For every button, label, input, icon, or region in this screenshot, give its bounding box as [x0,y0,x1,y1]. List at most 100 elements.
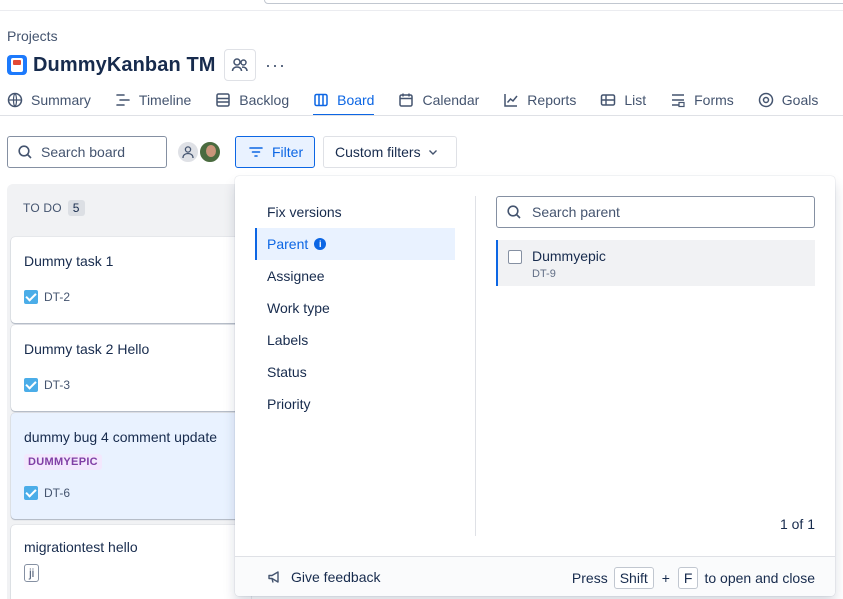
page-title: DummyKanban TM [33,53,216,76]
option-checkbox[interactable] [508,250,522,264]
tab-label: Summary [31,92,91,108]
card-key: DT-6 [24,486,70,500]
tab-label: Timeline [138,92,192,108]
search-icon [18,145,32,159]
tab-forms[interactable]: Forms [670,86,734,114]
custom-filters-button[interactable]: Custom filters [323,136,457,168]
tab-label: Forms [694,92,734,108]
card-key: DT-2 [24,290,70,304]
menu-item-label: Assignee [267,268,325,284]
menu-item-fix-versions[interactable]: Fix versions [255,196,455,228]
filter-category-menu: Fix versions Parent i Assignee Work type … [255,196,455,420]
card-title: Dummy task 1 [24,253,114,269]
issue-card[interactable]: Dummy task 2 Hello DT-3 [11,325,251,411]
tab-summary[interactable]: Summary [7,86,91,114]
menu-item-label: Fix versions [267,204,342,220]
board-column-todo: TO DO 5 Dummy task 1 DT-2 Dummy task 2 H… [7,184,251,599]
backlog-icon [216,93,231,107]
filter-icon [249,147,263,157]
column-count: 5 [67,200,85,216]
parent-option[interactable]: Dummyepic DT-9 [496,240,815,286]
filter-label: Filter [272,144,304,160]
global-search-field[interactable] [264,0,843,4]
chevron-down-icon [428,150,437,155]
option-name: Dummyepic [532,248,606,264]
globe-icon [7,92,23,108]
avatar[interactable] [198,140,222,164]
chart-line-icon [504,94,518,107]
shortcut-key-f: F [677,567,699,589]
menu-item-label: Work type [267,300,330,316]
column-title: TO DO [23,201,62,215]
issue-key[interactable]: DT-2 [44,290,70,304]
tab-list[interactable]: List [600,86,646,114]
menu-item-status[interactable]: Status [255,356,455,388]
card-key: DT-3 [24,378,70,392]
card-title: Dummy task 2 Hello [24,341,150,357]
breadcrumb[interactable]: Projects [7,28,58,44]
project-tabs: Summary Timeline Backlog Board Calendar … [7,86,842,116]
people-button[interactable] [223,49,256,81]
search-placeholder: Search board [41,144,126,160]
epic-badge: DUMMYEPIC [24,454,102,470]
tab-label: Goals [781,92,819,108]
panel-divider [475,196,476,536]
keyboard-shortcut-hint: Press Shift + F to open and close [572,567,815,589]
issue-card[interactable]: Dummy task 1 DT-2 [11,237,251,323]
issue-card[interactable]: dummy bug 4 comment update DUMMYEPIC DT-… [11,413,251,519]
shortcut-key-shift: Shift [613,567,654,589]
search-placeholder: Search parent [532,204,620,220]
tabs-divider [0,115,843,116]
tab-calendar[interactable]: Calendar [398,86,479,114]
option-text: Dummyepic DT-9 [532,248,606,280]
issue-card[interactable]: migrationtest hello ji [11,525,251,599]
shortcut-suffix: to open and close [704,570,815,586]
option-key: DT-9 [532,268,556,280]
info-icon[interactable]: i [314,238,327,250]
shortcut-press: Press [571,570,608,586]
shortcut-plus: + [661,570,670,586]
custom-filters-label: Custom filters [335,144,421,160]
project-header: DummyKanban TM ··· [7,49,290,81]
menu-item-label: Status [267,364,307,380]
issue-key[interactable]: DT-6 [44,486,70,500]
menu-item-labels[interactable]: Labels [255,324,455,356]
menu-item-work-type[interactable]: Work type [255,292,455,324]
timeline-icon [116,94,130,106]
person-icon [182,146,194,159]
megaphone-icon [268,571,279,583]
column-header: TO DO 5 [23,200,85,216]
list-icon [601,94,616,106]
people-icon [231,58,248,72]
give-feedback-button[interactable]: Give feedback [267,569,381,585]
filter-button[interactable]: Filter [235,136,315,168]
tab-timeline[interactable]: Timeline [115,86,191,114]
tab-label: Calendar [422,92,480,108]
menu-item-label: Parent [267,236,309,252]
menu-item-parent[interactable]: Parent i [255,228,455,260]
calendar-icon [399,93,414,107]
tab-goals[interactable]: Goals [758,86,819,114]
tab-backlog[interactable]: Backlog [215,86,289,114]
search-board-input[interactable]: Search board [7,136,167,168]
top-divider [0,10,843,11]
avatar-unassigned[interactable] [176,140,200,164]
menu-item-assignee[interactable]: Assignee [255,260,455,292]
tab-reports[interactable]: Reports [503,86,576,114]
issue-key[interactable]: DT-3 [44,378,70,392]
menu-item-priority[interactable]: Priority [255,388,455,420]
tab-label: Backlog [239,92,290,108]
tab-label: List [624,92,647,108]
assignee-avatars [176,140,222,164]
more-actions-button[interactable]: ··· [262,51,290,79]
menu-item-label: Labels [267,332,309,348]
project-avatar-icon [7,55,27,75]
tab-board[interactable]: Board [313,86,375,116]
search-parent-input[interactable]: Search parent [496,196,815,228]
tab-label: Reports [527,92,577,108]
label-badge: ji [24,564,40,582]
forms-icon [672,94,685,108]
tab-label: Board [337,92,375,108]
popup-footer: Give feedback Press Shift + F to open an… [235,556,835,596]
board-icon [314,93,328,107]
